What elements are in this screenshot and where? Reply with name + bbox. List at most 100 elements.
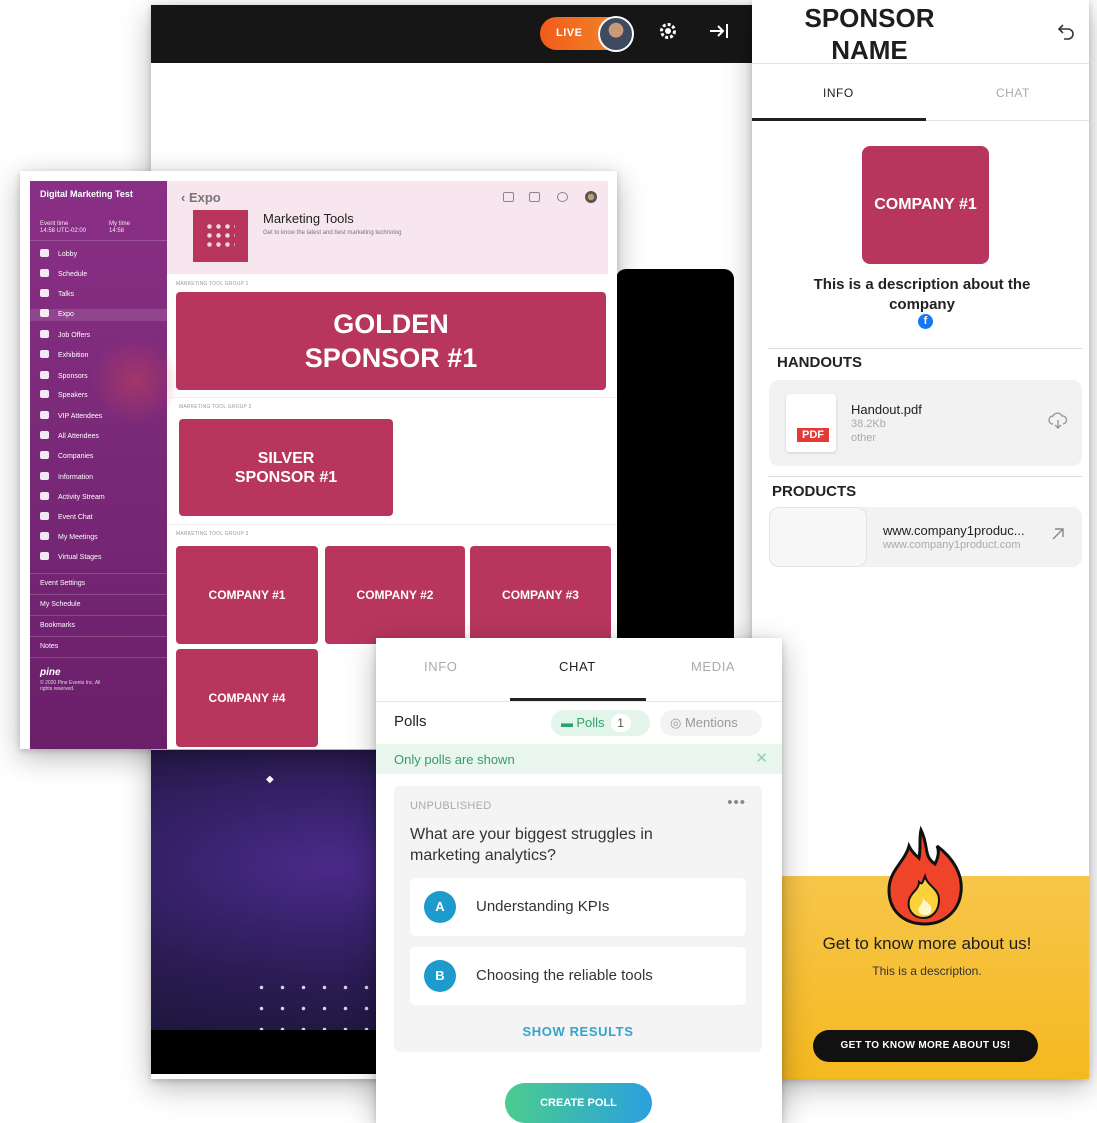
talks-icon — [40, 289, 49, 297]
handouts-heading: HANDOUTS — [777, 354, 862, 371]
sidebar-item-bookmarks[interactable]: Bookmarks — [40, 622, 75, 629]
briefcase-icon — [40, 330, 49, 338]
sidebar-item-my-meetings[interactable]: My Meetings — [40, 532, 98, 544]
sidebar-item-expo[interactable]: Expo — [30, 309, 167, 321]
tab-media[interactable]: MEDIA — [691, 659, 735, 674]
know-more-button[interactable]: GET TO KNOW MORE ABOUT US! — [813, 1030, 1038, 1062]
sidebar-item-activity-stream[interactable]: Activity Stream — [40, 492, 105, 504]
product-url: www.company1product.com — [883, 539, 1021, 551]
divider — [30, 615, 167, 616]
sidebar-item-label: My Meetings — [58, 534, 98, 541]
sidebar-item-schedule[interactable]: Schedule — [40, 269, 87, 281]
golden-sponsor-tile[interactable]: GOLDEN SPONSOR #1 — [176, 292, 606, 390]
tool-subtitle: Get to know the latest and best marketin… — [263, 230, 402, 236]
product-card[interactable]: www.company1produc... www.company1produc… — [769, 507, 1082, 567]
calendar-icon[interactable] — [529, 192, 540, 202]
companies-icon — [40, 451, 49, 459]
handout-size: 38.2Kb — [851, 418, 886, 430]
mentions-filter[interactable]: ◎ Mentions — [660, 710, 762, 736]
sponsor-tabs: INFO CHAT — [752, 63, 1089, 121]
sidebar-item-sponsors[interactable]: Sponsors — [40, 371, 88, 383]
close-icon[interactable]: ✕ — [755, 749, 768, 767]
event-time-value: 14:58 UTC-02:00 — [40, 228, 87, 234]
divider — [30, 573, 167, 574]
divider — [768, 476, 1082, 477]
sidebar-item-lobby[interactable]: Lobby — [40, 249, 77, 261]
tool-title: Marketing Tools — [263, 211, 354, 226]
cloud-download-icon[interactable] — [1048, 412, 1068, 435]
speakers-icon — [40, 390, 49, 398]
show-results-button[interactable]: SHOW RESULTS — [394, 1024, 762, 1039]
company-tile-4[interactable]: COMPANY #4 — [176, 649, 318, 747]
promo-description: This is a description. — [872, 964, 982, 978]
tab-chat[interactable]: CHAT — [559, 659, 596, 674]
sidebar-item-label: Speakers — [58, 392, 88, 399]
gear-icon[interactable] — [658, 21, 678, 47]
diamond-icon: ◆ — [266, 774, 274, 785]
company-tile-3[interactable]: COMPANY #3 — [470, 546, 611, 644]
sidebar-item-speakers[interactable]: Speakers — [40, 390, 88, 402]
poll-option[interactable]: B Choosing the reliable tools — [410, 947, 746, 1005]
sidebar-item-information[interactable]: Information — [40, 472, 93, 484]
option-letter: A — [424, 891, 456, 923]
sidebar-item-label: Lobby — [58, 251, 78, 258]
breadcrumb-label: Expo — [188, 190, 221, 205]
facebook-icon[interactable]: f — [918, 314, 933, 329]
sidebar-item-label: VIP Attendees — [58, 413, 103, 420]
option-text: Choosing the reliable tools — [476, 967, 653, 984]
sidebar-item-notes[interactable]: Notes — [40, 643, 58, 650]
activity-icon — [40, 492, 49, 500]
my-time-value: 14:58 — [109, 228, 125, 234]
tab-chat[interactable]: CHAT — [996, 86, 1030, 100]
collapse-icon[interactable] — [708, 21, 730, 47]
poll-question: What are your biggest struggles in marke… — [410, 826, 653, 864]
sidebar-item-exhibition[interactable]: Exhibition — [40, 350, 88, 362]
sidebar-item-all-attendees[interactable]: All Attendees — [40, 431, 99, 443]
sidebar: Digital Marketing Test Event time 14:58 … — [30, 181, 180, 749]
pdf-badge: PDF — [797, 428, 829, 442]
sidebar-item-virtual-stages[interactable]: Virtual Stages — [40, 552, 101, 564]
product-thumbnail — [769, 507, 867, 567]
sidebar-item-label: All Attendees — [58, 433, 99, 440]
avatar[interactable] — [585, 191, 597, 203]
mentions-filter-label: Mentions — [684, 715, 738, 730]
undo-arrow-icon[interactable] — [1057, 22, 1075, 46]
group-label: MARKETING TOOL GROUP 3 — [176, 531, 249, 537]
sidebar-item-event-chat[interactable]: Event Chat — [40, 512, 93, 524]
live-button[interactable]: LIVE — [540, 16, 634, 52]
breadcrumb[interactable]: ‹ Expo — [181, 190, 221, 205]
my-time-label: My time — [109, 221, 130, 227]
divider — [167, 397, 617, 398]
handout-type: other — [851, 432, 877, 444]
vip-icon — [40, 411, 49, 419]
polls-filter-label: Polls — [576, 715, 605, 730]
polls-filter[interactable]: ▬ Polls 1 — [551, 710, 650, 736]
event-time-label: Event time — [40, 221, 69, 227]
handout-card[interactable]: PDF Handout.pdf 38.2Kb other — [769, 380, 1082, 466]
tab-info[interactable]: INFO — [823, 86, 854, 100]
company-tile-2[interactable]: COMPANY #2 — [325, 546, 465, 644]
fire-icon — [883, 825, 967, 926]
silver-sponsor-tile[interactable]: SILVER SPONSOR #1 — [179, 419, 393, 516]
more-options-icon[interactable]: ••• — [727, 794, 746, 811]
decorative-dots — [251, 977, 371, 1031]
external-link-icon[interactable] — [1050, 526, 1066, 547]
list-icon: ▬ — [561, 716, 577, 730]
sidebar-item-my-schedule[interactable]: My Schedule — [40, 601, 80, 608]
tab-info[interactable]: INFO — [424, 659, 457, 674]
sidebar-item-vip-attendees[interactable]: VIP Attendees — [40, 411, 102, 423]
home-icon[interactable] — [503, 192, 514, 202]
sidebar-item-event-settings[interactable]: Event Settings — [40, 580, 85, 587]
filter-notice: Only polls are shown ✕ — [376, 744, 782, 774]
product-name: www.company1produc... — [883, 523, 1025, 538]
sidebar-item-label: Virtual Stages — [58, 554, 102, 561]
sidebar-item-job-offers[interactable]: Job Offers — [40, 330, 90, 342]
sidebar-item-talks[interactable]: Talks — [40, 289, 74, 301]
sponsor-panel: SPONSOR NAME INFO CHAT COMPANY #1 This i… — [752, 0, 1089, 1079]
create-poll-button[interactable]: CREATE POLL — [505, 1083, 652, 1123]
sidebar-item-companies[interactable]: Companies — [40, 451, 93, 463]
poll-option[interactable]: A Understanding KPIs — [410, 878, 746, 936]
chat-bubble-icon[interactable] — [557, 192, 568, 202]
company-tile-1[interactable]: COMPANY #1 — [176, 546, 318, 644]
marketing-tools-thumbnail — [193, 210, 248, 262]
